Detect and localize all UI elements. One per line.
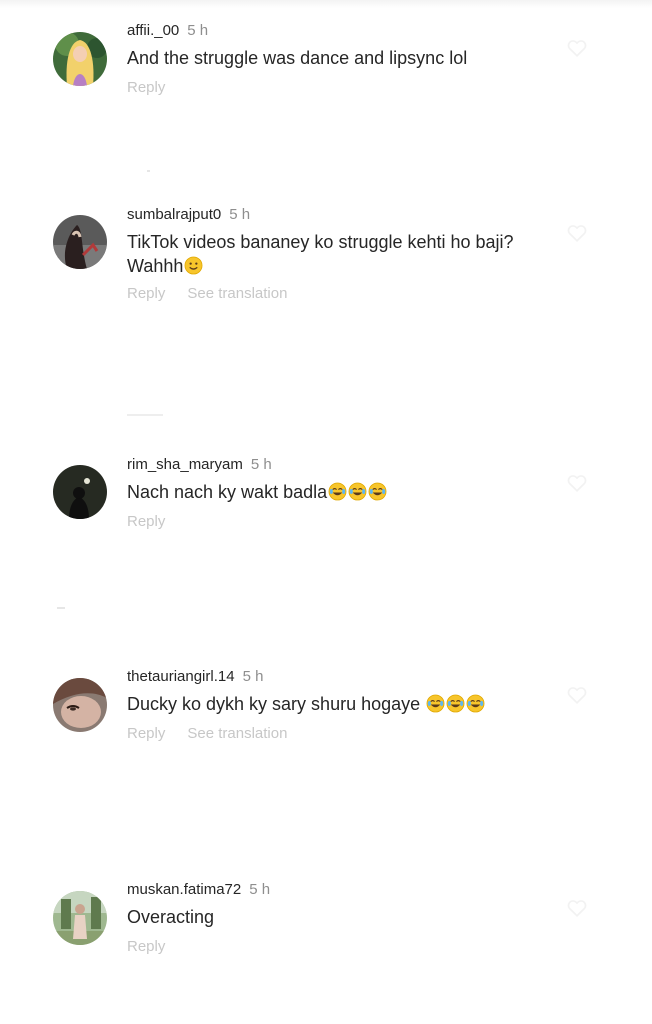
heart-icon[interactable] bbox=[566, 37, 588, 59]
comment-actions: Reply See translation bbox=[127, 285, 287, 303]
divider bbox=[57, 607, 65, 609]
reply-button[interactable]: Reply bbox=[127, 938, 165, 955]
comment-text: Overacting bbox=[127, 905, 547, 929]
comment-meta: affii._00 5 h bbox=[127, 22, 208, 40]
comment-username[interactable]: muskan.fatima72 bbox=[127, 881, 241, 898]
top-shadow bbox=[0, 0, 652, 8]
comment-username[interactable]: sumbalrajput0 bbox=[127, 206, 221, 223]
comment-time: 5 h bbox=[187, 22, 209, 39]
comment-meta: sumbalrajput0 5 h bbox=[127, 206, 250, 224]
reply-button[interactable]: Reply bbox=[127, 725, 165, 742]
comment-text: TikTok videos bananey ko struggle kehti … bbox=[127, 230, 527, 278]
reply-button[interactable]: Reply bbox=[127, 79, 165, 96]
comment-actions: Reply bbox=[127, 513, 165, 531]
face-with-tears-of-joy-icon bbox=[328, 482, 347, 501]
comment-actions: Reply bbox=[127, 79, 165, 97]
comment-meta: rim_sha_maryam 5 h bbox=[127, 456, 272, 474]
comment-text: Ducky ko dykh ky sary shuru hogaye bbox=[127, 692, 547, 716]
comment-meta: thetauriangirl.14 5 h bbox=[127, 668, 263, 686]
comment-meta: muskan.fatima72 5 h bbox=[127, 881, 270, 899]
comment-body: And the struggle was dance and lipsync l… bbox=[127, 48, 468, 68]
comment-body: Overacting bbox=[127, 907, 215, 927]
heart-icon[interactable] bbox=[566, 472, 588, 494]
comment-time: 5 h bbox=[242, 668, 264, 685]
comment-body: Ducky ko dykh ky sary shuru hogaye bbox=[127, 694, 426, 714]
face-with-tears-of-joy-icon bbox=[466, 694, 485, 713]
face-with-tears-of-joy-icon bbox=[368, 482, 387, 501]
see-translation-button[interactable]: See translation bbox=[187, 725, 287, 742]
comment-time: 5 h bbox=[249, 881, 271, 898]
avatar[interactable] bbox=[53, 678, 107, 732]
heart-icon[interactable] bbox=[566, 222, 588, 244]
divider bbox=[147, 170, 150, 172]
comment-actions: Reply bbox=[127, 938, 165, 956]
avatar[interactable] bbox=[53, 891, 107, 945]
face-with-tears-of-joy-icon bbox=[348, 482, 367, 501]
avatar[interactable] bbox=[53, 215, 107, 269]
comment-time: 5 h bbox=[250, 456, 272, 473]
divider bbox=[127, 414, 163, 416]
avatar[interactable] bbox=[53, 32, 107, 86]
comment-actions: Reply See translation bbox=[127, 725, 287, 743]
see-translation-button[interactable]: See translation bbox=[187, 285, 287, 302]
comment-username[interactable]: thetauriangirl.14 bbox=[127, 668, 235, 685]
slightly-smiling-face-icon bbox=[184, 256, 203, 275]
comment-username[interactable]: rim_sha_maryam bbox=[127, 456, 243, 473]
comment-text: Nach nach ky wakt badla bbox=[127, 480, 547, 504]
face-with-tears-of-joy-icon bbox=[426, 694, 445, 713]
avatar[interactable] bbox=[53, 465, 107, 519]
heart-icon[interactable] bbox=[566, 684, 588, 706]
reply-button[interactable]: Reply bbox=[127, 513, 165, 530]
reply-button[interactable]: Reply bbox=[127, 285, 165, 302]
comment-text: And the struggle was dance and lipsync l… bbox=[127, 46, 547, 70]
comment-time: 5 h bbox=[229, 206, 251, 223]
comment-body: Nach nach ky wakt badla bbox=[127, 482, 328, 502]
comment-username[interactable]: affii._00 bbox=[127, 22, 179, 39]
face-with-tears-of-joy-icon bbox=[446, 694, 465, 713]
heart-icon[interactable] bbox=[566, 897, 588, 919]
